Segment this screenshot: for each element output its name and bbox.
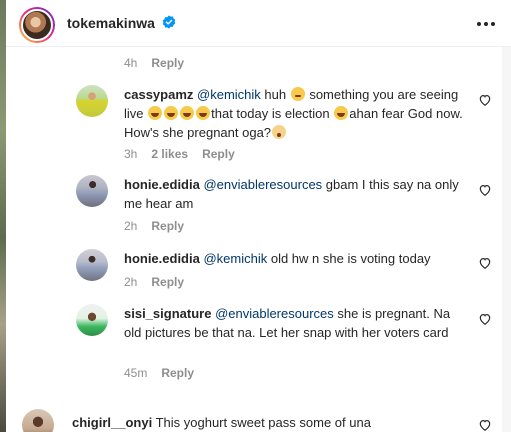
like-heart-icon[interactable] (478, 183, 492, 197)
reply-button[interactable]: Reply (202, 147, 235, 161)
comment-time: 2h (124, 219, 138, 233)
comment-text: honie.edidia @kemichik old hw n she is v… (124, 249, 470, 268)
like-heart-icon[interactable] (478, 93, 492, 107)
reply-button[interactable]: Reply (161, 366, 194, 380)
laughing-emoji-icon (334, 106, 349, 120)
comment-text: sisi_signature @enviableresources she is… (124, 304, 470, 342)
previous-comment-meta: 4h Reply (124, 56, 184, 70)
author-avatar[interactable] (19, 7, 55, 43)
laughing-emoji-icon (180, 106, 195, 120)
like-heart-icon[interactable] (478, 256, 492, 270)
post-header: tokemakinwa (6, 0, 511, 47)
commenter-avatar[interactable] (76, 249, 108, 281)
commenter-username[interactable]: honie.edidia (124, 251, 200, 266)
comment-item: honie.edidia @enviableresources gbam I t… (76, 175, 486, 235)
author-username[interactable]: tokemakinwa (67, 15, 155, 31)
reply-button[interactable]: Reply (151, 275, 184, 289)
comment-meta: 2h Reply (124, 275, 184, 289)
comment-meta: 3h 2 likes Reply (124, 147, 235, 161)
mention-link[interactable]: @kemichik (203, 251, 267, 266)
comment-item: sisi_signature @enviableresources she is… (76, 304, 486, 384)
comment-meta: 2h Reply (124, 219, 184, 233)
comments-scrollbar[interactable] (502, 47, 511, 432)
comment-time: 4h (124, 56, 138, 70)
mention-link[interactable]: @kemichik (197, 87, 261, 102)
comment-text: honie.edidia @enviableresources gbam I t… (124, 175, 470, 213)
laughing-emoji-icon (148, 106, 163, 120)
comment-time: 3h (124, 147, 138, 161)
comment-body: that today is election (211, 106, 334, 121)
commenter-username[interactable]: chigirl__onyi (72, 415, 152, 430)
comment-meta: 45m Reply (124, 366, 194, 380)
commenter-username[interactable]: cassypamz (124, 87, 193, 102)
comment-body: huh (260, 87, 290, 102)
commenter-avatar[interactable] (76, 304, 108, 336)
comment-time: 2h (124, 275, 138, 289)
laughing-emoji-icon (164, 106, 179, 120)
commenter-avatar[interactable] (76, 85, 108, 117)
reply-button[interactable]: Reply (151, 219, 184, 233)
comment-text: chigirl__onyi This yoghurt sweet pass so… (72, 413, 462, 432)
comment-body: This yoghurt sweet pass some of una (155, 415, 371, 430)
mention-link[interactable]: @enviableresources (215, 306, 334, 321)
comment-item: honie.edidia @kemichik old hw n she is v… (76, 249, 486, 294)
laughing-emoji-icon (196, 106, 211, 120)
likes-count[interactable]: 2 likes (151, 147, 188, 161)
background-image-strip (0, 0, 6, 432)
mention-link[interactable]: @enviableresources (203, 177, 322, 192)
reply-button[interactable]: Reply (151, 56, 184, 70)
like-heart-icon[interactable] (478, 418, 492, 432)
comment-text: cassypamz @kemichik huh something you ar… (124, 85, 470, 142)
commenter-avatar[interactable] (22, 409, 54, 432)
comment-time: 45m (124, 366, 148, 380)
thinking-face-emoji-icon (290, 87, 305, 101)
verified-badge-icon (162, 15, 176, 29)
commenter-username[interactable]: sisi_signature (124, 306, 211, 321)
like-heart-icon[interactable] (478, 312, 492, 326)
more-options-icon[interactable] (477, 22, 495, 26)
commenter-avatar[interactable] (76, 175, 108, 207)
surprised-face-emoji-icon (272, 125, 287, 139)
comment-item: cassypamz @kemichik huh something you ar… (76, 85, 486, 165)
comment-body: old hw n she is voting today (267, 251, 431, 266)
commenter-username[interactable]: honie.edidia (124, 177, 200, 192)
